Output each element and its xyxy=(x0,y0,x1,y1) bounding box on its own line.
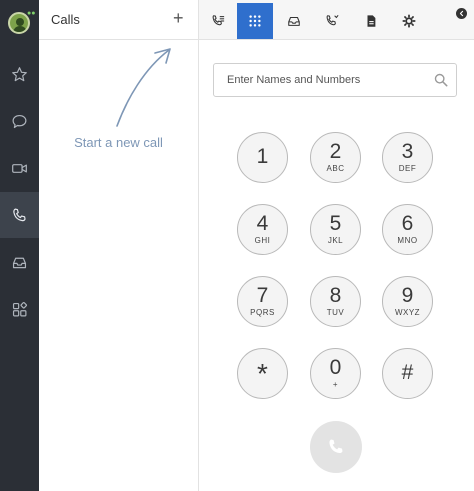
calls-title: Calls xyxy=(51,12,80,27)
key-letters: + xyxy=(332,380,339,389)
chat-bubble-icon xyxy=(12,114,27,128)
keypad-key-hash[interactable]: # xyxy=(382,348,433,399)
nav-calls[interactable] xyxy=(0,192,39,238)
star-icon xyxy=(12,66,27,81)
keypad-key-4[interactable]: 4 GHI xyxy=(237,204,288,255)
key-digit: 8 xyxy=(329,284,342,307)
dialpad-icon xyxy=(249,15,261,27)
keypad-key-0[interactable]: 0 + xyxy=(310,348,361,399)
place-call-button[interactable] xyxy=(310,421,362,473)
avatar-body xyxy=(13,26,27,32)
search-box xyxy=(213,63,457,97)
key-digit: * xyxy=(257,358,268,389)
tab-inbox[interactable] xyxy=(276,3,312,39)
tab-voicemail[interactable] xyxy=(314,3,350,39)
presence-badge: ●● xyxy=(27,10,36,17)
key-digit: 7 xyxy=(256,284,269,307)
tab-dialpad[interactable] xyxy=(237,3,273,39)
chevron-left-icon xyxy=(459,10,464,17)
tab-call-log[interactable] xyxy=(200,3,236,39)
key-letters: DEF xyxy=(398,164,417,173)
key-letters: GHI xyxy=(254,236,271,245)
keypad-key-6[interactable]: 6 MNO xyxy=(382,204,433,255)
keypad-key-star[interactable]: * xyxy=(237,348,288,399)
keypad-key-5[interactable]: 5 JKL xyxy=(310,204,361,255)
key-digit: 2 xyxy=(329,140,342,163)
inbox-icon xyxy=(288,16,300,26)
settings-gear-icon xyxy=(402,14,416,28)
collapse-panel-button[interactable] xyxy=(456,8,467,19)
key-letters: JKL xyxy=(327,236,344,245)
call-log-icon xyxy=(212,15,225,26)
search-input[interactable] xyxy=(214,64,437,96)
key-digit: 3 xyxy=(401,140,414,163)
calls-header: Calls + xyxy=(39,0,198,40)
inbox-icon xyxy=(12,257,27,268)
key-letters: WXYZ xyxy=(394,308,421,317)
key-letters: MNO xyxy=(397,236,418,245)
key-letters: PQRS xyxy=(250,308,275,317)
start-call-hint: Start a new call xyxy=(74,135,163,150)
new-call-button[interactable]: + xyxy=(173,9,184,27)
keypad-key-3[interactable]: 3 DEF xyxy=(382,132,433,183)
tab-fax[interactable] xyxy=(353,3,389,39)
key-digit: 1 xyxy=(256,145,269,168)
hint-arrow-icon xyxy=(116,48,171,127)
nav-favorites[interactable] xyxy=(0,51,39,97)
key-digit: 9 xyxy=(401,284,414,307)
search-icon[interactable] xyxy=(434,73,448,87)
nav-inbox[interactable] xyxy=(0,239,39,285)
nav-apps[interactable] xyxy=(0,286,39,332)
keypad-key-7[interactable]: 7 PQRS xyxy=(237,276,288,327)
nav-video[interactable] xyxy=(0,145,39,191)
tab-settings[interactable] xyxy=(391,3,427,39)
keypad-key-9[interactable]: 9 WXYZ xyxy=(382,276,433,327)
keypad-key-1[interactable]: 1 xyxy=(237,132,288,183)
calls-panel: Calls + Start a new call xyxy=(39,0,199,491)
key-digit: 6 xyxy=(401,212,414,235)
keypad-key-2[interactable]: 2 ABC xyxy=(310,132,361,183)
key-digit: 5 xyxy=(329,212,342,235)
dialer-tab-bar xyxy=(199,0,474,40)
fax-icon xyxy=(367,15,376,27)
phone-icon xyxy=(13,208,26,221)
nav-messages[interactable] xyxy=(0,98,39,144)
voicemail-icon xyxy=(326,14,339,26)
avatar-head xyxy=(16,18,24,26)
key-digit: 0 xyxy=(329,356,342,379)
dialer-area: 1 2 ABC 3 DEF 4 GHI 5 JKL 6 MNO 7 PQRS 8… xyxy=(199,0,474,491)
phone-icon xyxy=(329,439,343,454)
video-camera-icon xyxy=(12,163,27,173)
left-nav-rail: ●● xyxy=(0,0,39,491)
keypad-key-8[interactable]: 8 TUV xyxy=(310,276,361,327)
key-letters: ABC xyxy=(326,164,345,173)
apps-grid-icon xyxy=(12,301,27,316)
key-digit: # xyxy=(401,361,414,384)
key-letters: TUV xyxy=(326,308,345,317)
key-digit: 4 xyxy=(256,212,269,235)
